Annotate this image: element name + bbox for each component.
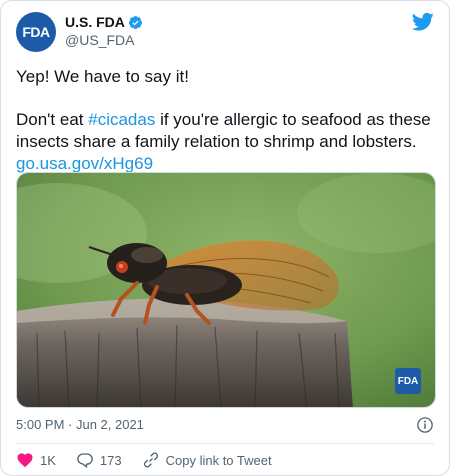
copy-link-button[interactable]: Copy link to Tweet [142, 451, 272, 469]
tweet-text-before-hashtag: Don't eat [16, 110, 89, 129]
tweet-url-link[interactable]: go.usa.gov/xHg69 [16, 154, 153, 173]
tweet-line-1: Yep! We have to say it! [16, 67, 189, 86]
reply-bubble-icon [77, 453, 93, 469]
display-name[interactable]: U.S. FDA [65, 14, 143, 31]
hashtag-link[interactable]: #cicadas [88, 110, 155, 129]
divider [16, 443, 434, 444]
like-button[interactable]: 1K [16, 451, 56, 469]
avatar[interactable]: FDA [16, 12, 56, 52]
tweet-card: FDA U.S. FDA @US_FDA Yep! We have to say… [0, 0, 450, 476]
copy-link-label: Copy link to Tweet [165, 452, 272, 468]
author-handle[interactable]: @US_FDA [65, 31, 143, 50]
tweet-meta: 5:00 PM · Jun 2, 2021 [16, 415, 434, 435]
fda-logo-badge: FDA [395, 368, 421, 394]
link-icon [143, 452, 158, 468]
cicada-photo [17, 173, 435, 407]
reply-button[interactable]: 173 [76, 451, 122, 469]
verified-badge-icon [128, 15, 142, 30]
tweet-text: Yep! We have to say it! Don't eat #cicad… [16, 66, 436, 175]
tweet-header: FDA U.S. FDA @US_FDA [16, 12, 434, 52]
display-name-text[interactable]: U.S. FDA [65, 14, 125, 31]
heart-icon [17, 453, 33, 468]
info-icon[interactable] [416, 416, 434, 434]
tweet-image[interactable]: FDA [16, 172, 436, 408]
tweet-actions: 1K 173 Copy link to Tweet [16, 449, 434, 471]
tweet-timestamp[interactable]: 5:00 PM · Jun 2, 2021 [16, 417, 144, 432]
reply-count: 173 [99, 452, 122, 468]
author-names[interactable]: U.S. FDA @US_FDA [65, 14, 143, 50]
like-count: 1K [40, 452, 56, 468]
tweet-paragraph-2: Don't eat #cicadas if you're allergic to… [16, 109, 436, 175]
twitter-bird-icon[interactable] [412, 12, 434, 32]
